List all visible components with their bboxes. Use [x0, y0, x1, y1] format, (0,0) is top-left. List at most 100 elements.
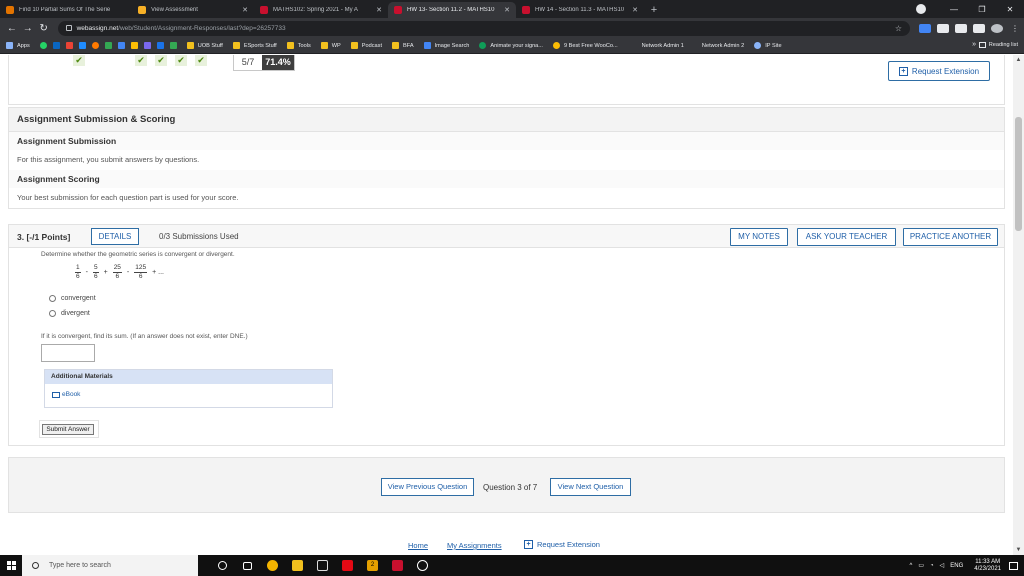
scroll-up-arrow-icon[interactable]: ▲	[1013, 55, 1024, 65]
task-view-icon[interactable]	[235, 555, 260, 576]
footer-request-extension-link[interactable]: + Request Extension	[524, 540, 600, 549]
extension-icon[interactable]	[919, 23, 931, 33]
browser-tab[interactable]: HW 14 - Section 11.3 - MATHS10 ✕	[516, 2, 644, 18]
reload-icon[interactable]: ↻	[36, 23, 52, 34]
question-position: Question 3 of 7	[483, 483, 538, 492]
bookmark-label: Animate your signa...	[490, 42, 543, 49]
bookmarks-bar: Apps UOB Stuff ESports Stuff Tools WP Po…	[0, 38, 1024, 54]
restore-icon[interactable]: ❐	[968, 5, 996, 14]
volume-icon[interactable]: ◁	[940, 562, 945, 569]
bookmark-network-admin-1[interactable]: Network Admin 1	[642, 43, 684, 49]
taskbar-search[interactable]: Type here to search	[22, 555, 198, 576]
avatar[interactable]	[991, 23, 1003, 33]
browser-tab-active[interactable]: HW 13- Section 11.2 - MATHS10 ✕	[388, 2, 516, 18]
bookmark-folder[interactable]: WP	[320, 42, 341, 49]
bookmark-label: Apps	[17, 42, 30, 49]
browser-tab[interactable]: Find 10 Partial Sums Of The Serie	[0, 2, 132, 18]
view-previous-question-button[interactable]: View Previous Question	[381, 478, 474, 496]
bookmark-site-icon[interactable]	[91, 42, 99, 49]
scroll-down-arrow-icon[interactable]: ▼	[1013, 545, 1024, 555]
back-arrow-icon[interactable]: ←	[4, 23, 20, 34]
practice-another-button[interactable]: PRACTICE ANOTHER	[903, 228, 998, 246]
ask-your-teacher-button[interactable]: ASK YOUR TEACHER	[797, 228, 896, 246]
file-explorer-icon[interactable]	[285, 555, 310, 576]
notifications-icon[interactable]	[1009, 561, 1018, 570]
clock[interactable]: 11:33 AM 4/23/2021	[974, 559, 1001, 573]
bookmark-site-icon[interactable]	[143, 42, 151, 49]
bookmark-image-search[interactable]: Image Search	[423, 42, 469, 49]
app-icon[interactable]	[385, 555, 410, 576]
tab-close-icon[interactable]: ✕	[242, 6, 248, 14]
submit-answer-button[interactable]: Submit Answer	[42, 424, 94, 435]
details-button[interactable]: DETAILS	[91, 228, 139, 245]
xbox-icon[interactable]	[410, 555, 435, 576]
scroll-thumb[interactable]	[1015, 117, 1022, 231]
reading-list-button[interactable]: Reading list	[978, 42, 1018, 48]
bookmark-animate-signature[interactable]: Animate your signa...	[479, 42, 543, 49]
tab-close-icon[interactable]: ✕	[632, 6, 638, 14]
profile-icon[interactable]	[916, 4, 926, 14]
gmail-icon[interactable]	[65, 42, 73, 49]
radio-button[interactable]	[49, 310, 56, 317]
bookmark-apps[interactable]: Apps	[6, 42, 30, 49]
sum-answer-input[interactable]	[41, 344, 95, 362]
bookmark-site-icon[interactable]	[117, 42, 125, 49]
outlook-icon[interactable]	[52, 42, 60, 49]
submit-wrapper: Submit Answer	[39, 420, 99, 438]
score-percent: 71.4%	[262, 55, 294, 70]
tab-close-icon[interactable]: ✕	[376, 6, 382, 14]
close-window-icon[interactable]: ✕	[996, 5, 1024, 14]
bookmark-folder[interactable]: BFA	[392, 42, 414, 49]
question-header: 3. [-/1 Points] DETAILS 0/3 Submissions …	[8, 224, 1005, 248]
bookmark-folder[interactable]: Tools	[286, 42, 311, 49]
footer-request-extension-label: Request Extension	[537, 540, 600, 549]
media-icon[interactable]	[973, 23, 985, 33]
minimize-icon[interactable]: —	[940, 5, 968, 14]
bookmark-site-icon[interactable]	[130, 42, 138, 49]
footer-my-assignments-link[interactable]: My Assignments	[447, 541, 502, 550]
browser-tab[interactable]: MATHS102: Spring 2021 - My A ✕	[254, 2, 388, 18]
bookmark-site-icon[interactable]	[156, 42, 164, 49]
radio-button[interactable]	[49, 295, 56, 302]
whatsapp-icon[interactable]	[39, 42, 47, 49]
chrome-icon[interactable]	[260, 555, 285, 576]
drive-icon[interactable]	[104, 42, 112, 49]
start-button[interactable]	[0, 555, 22, 576]
request-extension-button[interactable]: + Request Extension	[888, 61, 990, 81]
bookmark-star-icon[interactable]: ☆	[895, 24, 902, 33]
my-notes-button[interactable]: MY NOTES	[730, 228, 788, 246]
option-convergent[interactable]: convergent	[49, 295, 96, 302]
cortana-circle-icon[interactable]	[210, 555, 235, 576]
page-scrollbar[interactable]: ▲ ▼	[1013, 55, 1024, 555]
option-label: divergent	[61, 310, 90, 317]
bookmark-folder[interactable]: ESports Stuff	[232, 42, 277, 49]
footer-home-link[interactable]: Home	[408, 541, 428, 550]
netflix-icon[interactable]	[335, 555, 360, 576]
wifi-icon[interactable]: ◔	[930, 563, 934, 569]
view-next-question-button[interactable]: View Next Question	[550, 478, 631, 496]
bookmark-network-admin-2[interactable]: Network Admin 2	[702, 43, 744, 49]
trello-icon[interactable]	[78, 42, 86, 49]
extension-icon[interactable]	[937, 23, 949, 33]
battery-icon[interactable]: ▭	[918, 562, 924, 569]
language-indicator[interactable]: ENG	[950, 563, 963, 569]
forward-arrow-icon[interactable]: →	[20, 23, 36, 34]
chevron-up-icon[interactable]: ^	[910, 563, 913, 569]
bookmark-site-icon[interactable]	[169, 42, 177, 49]
folder-icon	[350, 42, 358, 49]
screen-snip-icon[interactable]	[310, 555, 335, 576]
kebab-menu-icon[interactable]: ⋮	[1009, 24, 1021, 33]
new-tab-plus-icon[interactable]: +	[646, 2, 662, 18]
ebook-link[interactable]: eBook	[52, 391, 80, 398]
discord-icon[interactable]: 2	[360, 555, 385, 576]
tab-close-icon[interactable]: ✕	[504, 6, 510, 14]
puzzle-icon[interactable]	[955, 23, 967, 33]
bookmark-folder[interactable]: UOB Stuff	[186, 42, 223, 49]
browser-tab[interactable]: View Assessment ✕	[132, 2, 254, 18]
bookmark-folder[interactable]: Podcast	[350, 42, 382, 49]
more-bookmarks-chevron-icon[interactable]: »	[972, 41, 976, 48]
bookmark-woocommerce[interactable]: 9 Best Free WooCo...	[552, 42, 618, 49]
option-divergent[interactable]: divergent	[49, 310, 90, 317]
bookmark-ip-site[interactable]: IP Site	[754, 42, 782, 49]
url-omnibox[interactable]: webassign.net /web/Student/Assignment-Re…	[57, 20, 910, 36]
